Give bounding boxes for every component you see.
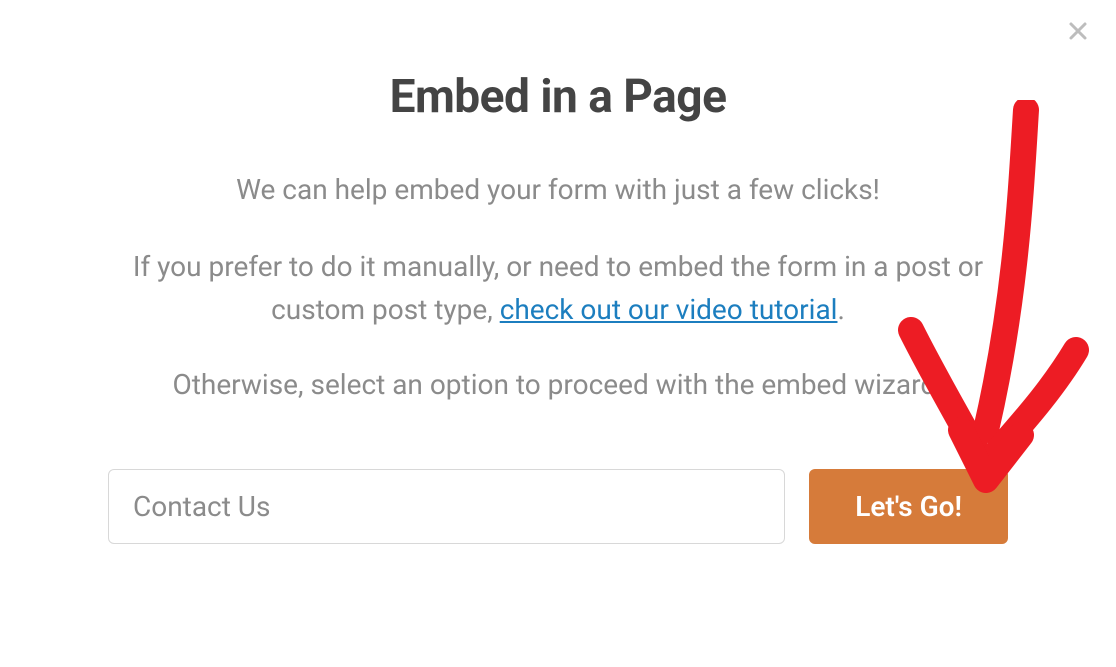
close-button[interactable] [1064,18,1092,46]
manual-paragraph: If you prefer to do it manually, or need… [98,245,1018,332]
otherwise-paragraph: Otherwise, select an option to proceed w… [98,363,1018,406]
input-row: Let's Go! [108,439,1008,544]
close-icon [1068,19,1088,45]
modal-subtitle: We can help embed your form with just a … [98,170,1018,211]
embed-modal: Embed in a Page We can help embed your f… [98,0,1018,544]
modal-title: Embed in a Page [98,70,1018,124]
lets-go-button[interactable]: Let's Go! [809,469,1008,544]
page-name-input[interactable] [108,469,785,544]
video-tutorial-link[interactable]: check out our video tutorial [500,293,838,326]
manual-suffix-text: . [837,293,844,326]
